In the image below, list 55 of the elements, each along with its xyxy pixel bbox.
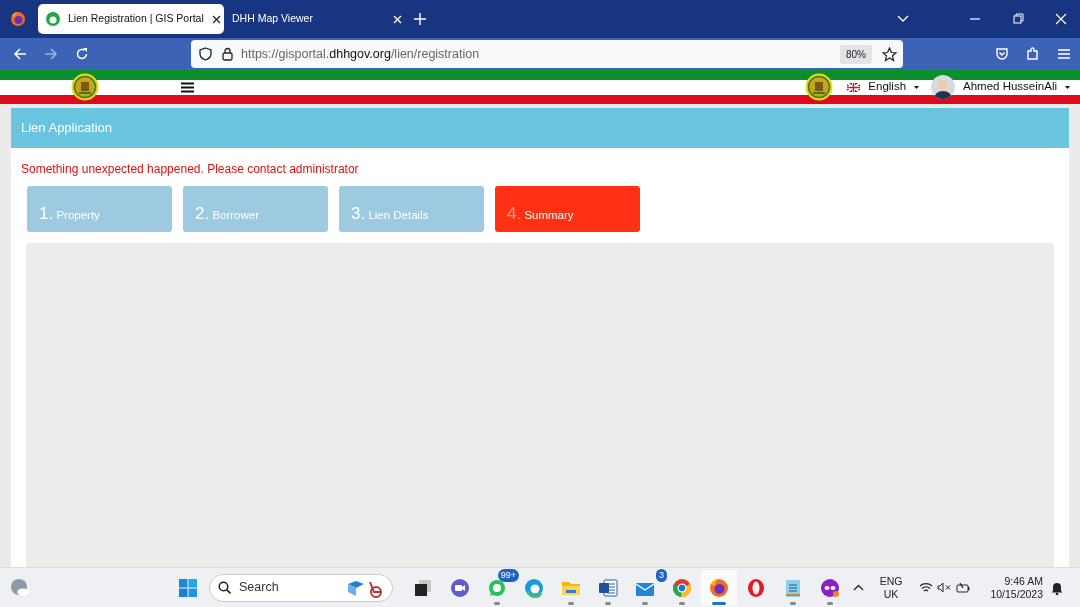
video-camera-icon [450,577,470,598]
wizard-step[interactable]: 4. Summary [495,186,640,232]
star-icon[interactable] [882,46,897,62]
forward-arrow-icon[interactable] [44,47,58,61]
new-tab-icon[interactable] [414,13,426,25]
notification-bell-icon[interactable] [1051,580,1063,595]
clock-button[interactable]: 9:46 AM 10/15/2023 [990,574,1043,601]
back-arrow-icon[interactable] [13,47,27,61]
browser-tab[interactable]: DHH Map Viewer [224,4,410,34]
shield-icon [199,47,212,61]
language-dropdown[interactable]: English [847,78,920,96]
menu-icon[interactable] [181,81,194,93]
address-bar[interactable]: https://gisportal.dhhgov.org/lien/registration 80% [191,40,903,68]
document-icon [598,577,618,598]
swirl-icon [524,577,544,598]
user-menu[interactable]: Ahmed HusseinAli [931,75,1070,99]
lock-icon [222,47,233,61]
wheel-icon [672,577,692,598]
weather-icon[interactable] [10,577,30,598]
windows-stack-icon [413,577,433,598]
zoom-level-button[interactable]: 80% [840,44,872,64]
browser-tab[interactable]: Lien Registration | GIS Portal [38,4,224,34]
mask-icon [820,577,840,598]
muted-speaker-icon[interactable] [937,582,952,593]
battery-icon[interactable] [956,581,971,594]
caret-icon [914,85,920,89]
notification-badge: 3 [656,568,667,582]
restore-icon[interactable] [1012,13,1024,25]
avatar-icon [931,75,956,99]
emblem-icon [71,73,99,101]
flag-icon [847,82,861,92]
taskbar-button[interactable] [701,569,737,606]
user-name: Ahmed HusseinAli [963,79,1057,95]
wifi-icon[interactable] [919,582,934,593]
language-label: English [868,79,907,95]
ring-icon [746,577,766,598]
chat-bubble-icon [487,577,507,598]
windows-logo-icon[interactable] [178,577,198,598]
caret-icon [1065,85,1070,89]
close-icon[interactable] [211,14,221,24]
reload-icon[interactable] [75,47,89,61]
pocket-icon[interactable] [995,47,1009,61]
search-box[interactable]: Search [209,573,393,602]
emblem-icon [805,73,834,101]
card-title: Lien Application [21,119,113,138]
chevron-up-icon[interactable] [852,584,864,591]
search-icon [218,581,231,594]
notification-badge: 99+ [497,568,519,582]
notepad-icon [783,577,803,598]
globe-icon [46,12,60,26]
input-language-button[interactable]: ENG UK [879,574,903,601]
tab-title: Lien Registration | GIS Portal [68,11,204,27]
tab-title: DHH Map Viewer [232,11,314,27]
url-text: https://gisportal.dhhgov.org/lien/registration [241,45,481,63]
error-message: Something unexpected happened. Please contact administrator [21,161,360,178]
